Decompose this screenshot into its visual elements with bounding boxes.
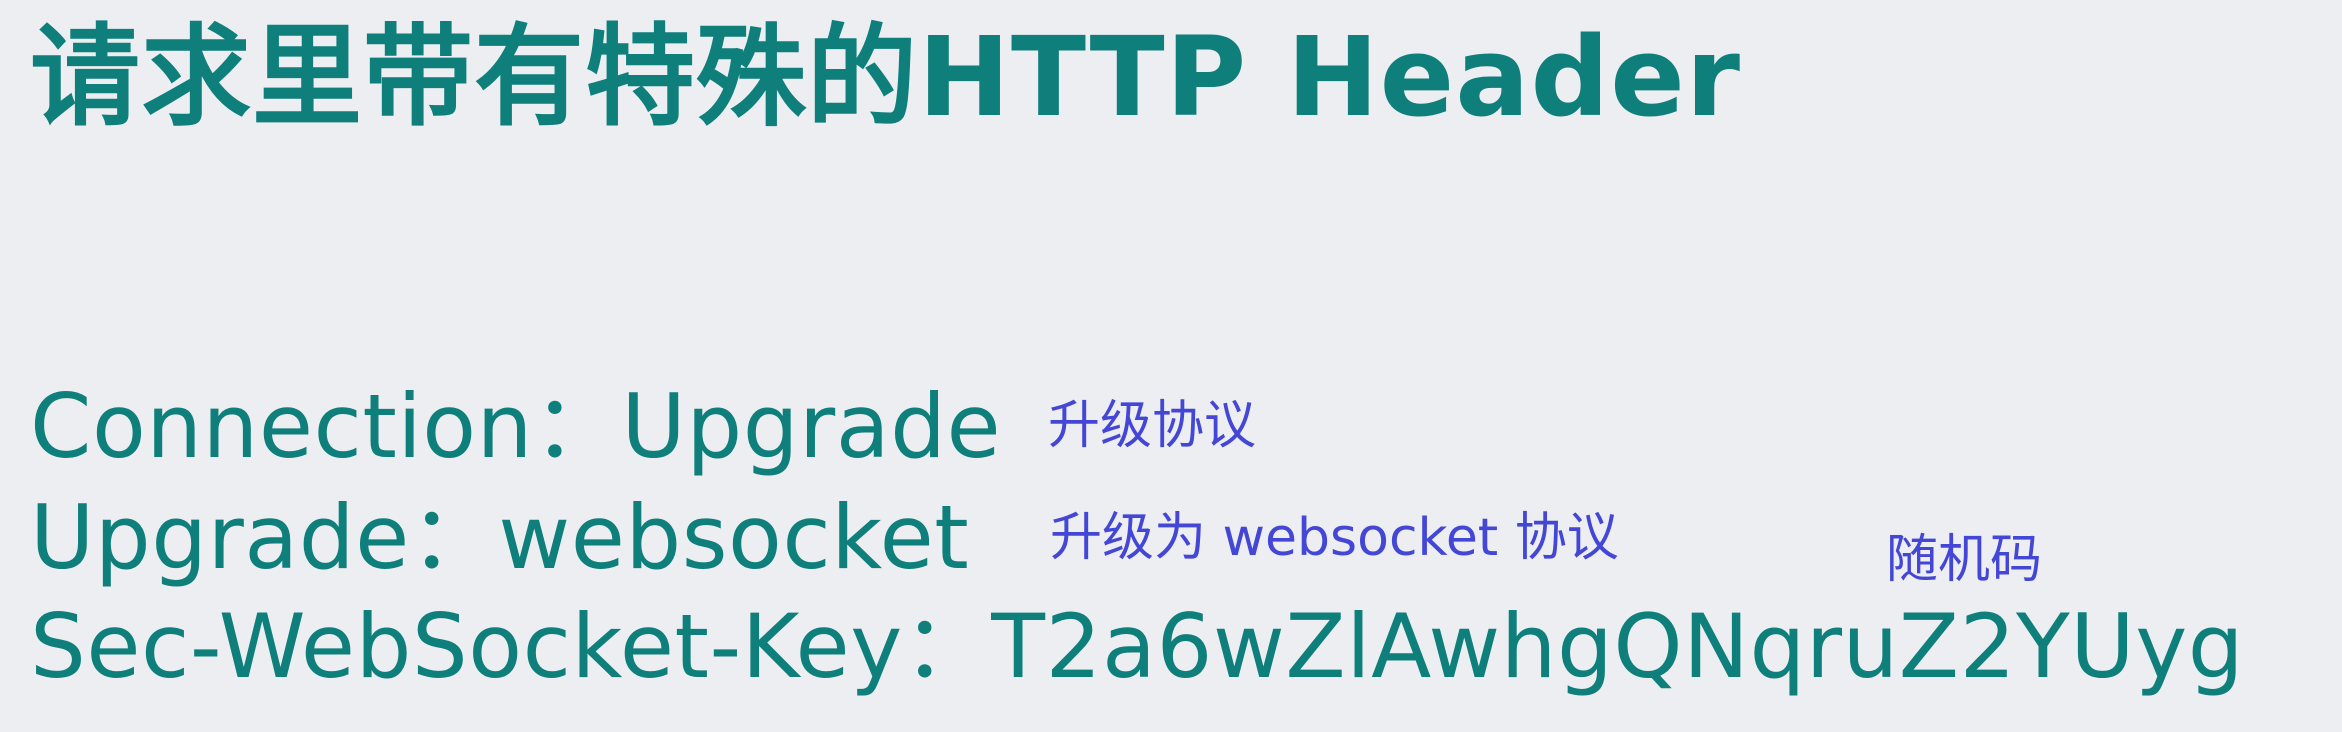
slide: 请求里带有特殊的HTTP Header Connection：Upgrade 升… xyxy=(0,0,2342,732)
upgrade-header-line: Upgrade：websocket xyxy=(30,486,970,589)
slide-title: 请求里带有特殊的HTTP Header xyxy=(30,13,1742,141)
connection-header-line: Connection：Upgrade xyxy=(30,375,1002,478)
connection-header-note: 升级协议 xyxy=(1048,396,1257,456)
upgrade-header-note: 升级为 websocket 协议 xyxy=(1050,508,1619,568)
websocket-key-note: 随机码 xyxy=(1886,530,2043,590)
websocket-key-header-line: Sec-WebSocket-Key：T2a6wZlAwhgQNqruZ2YUyg xyxy=(30,595,2245,698)
